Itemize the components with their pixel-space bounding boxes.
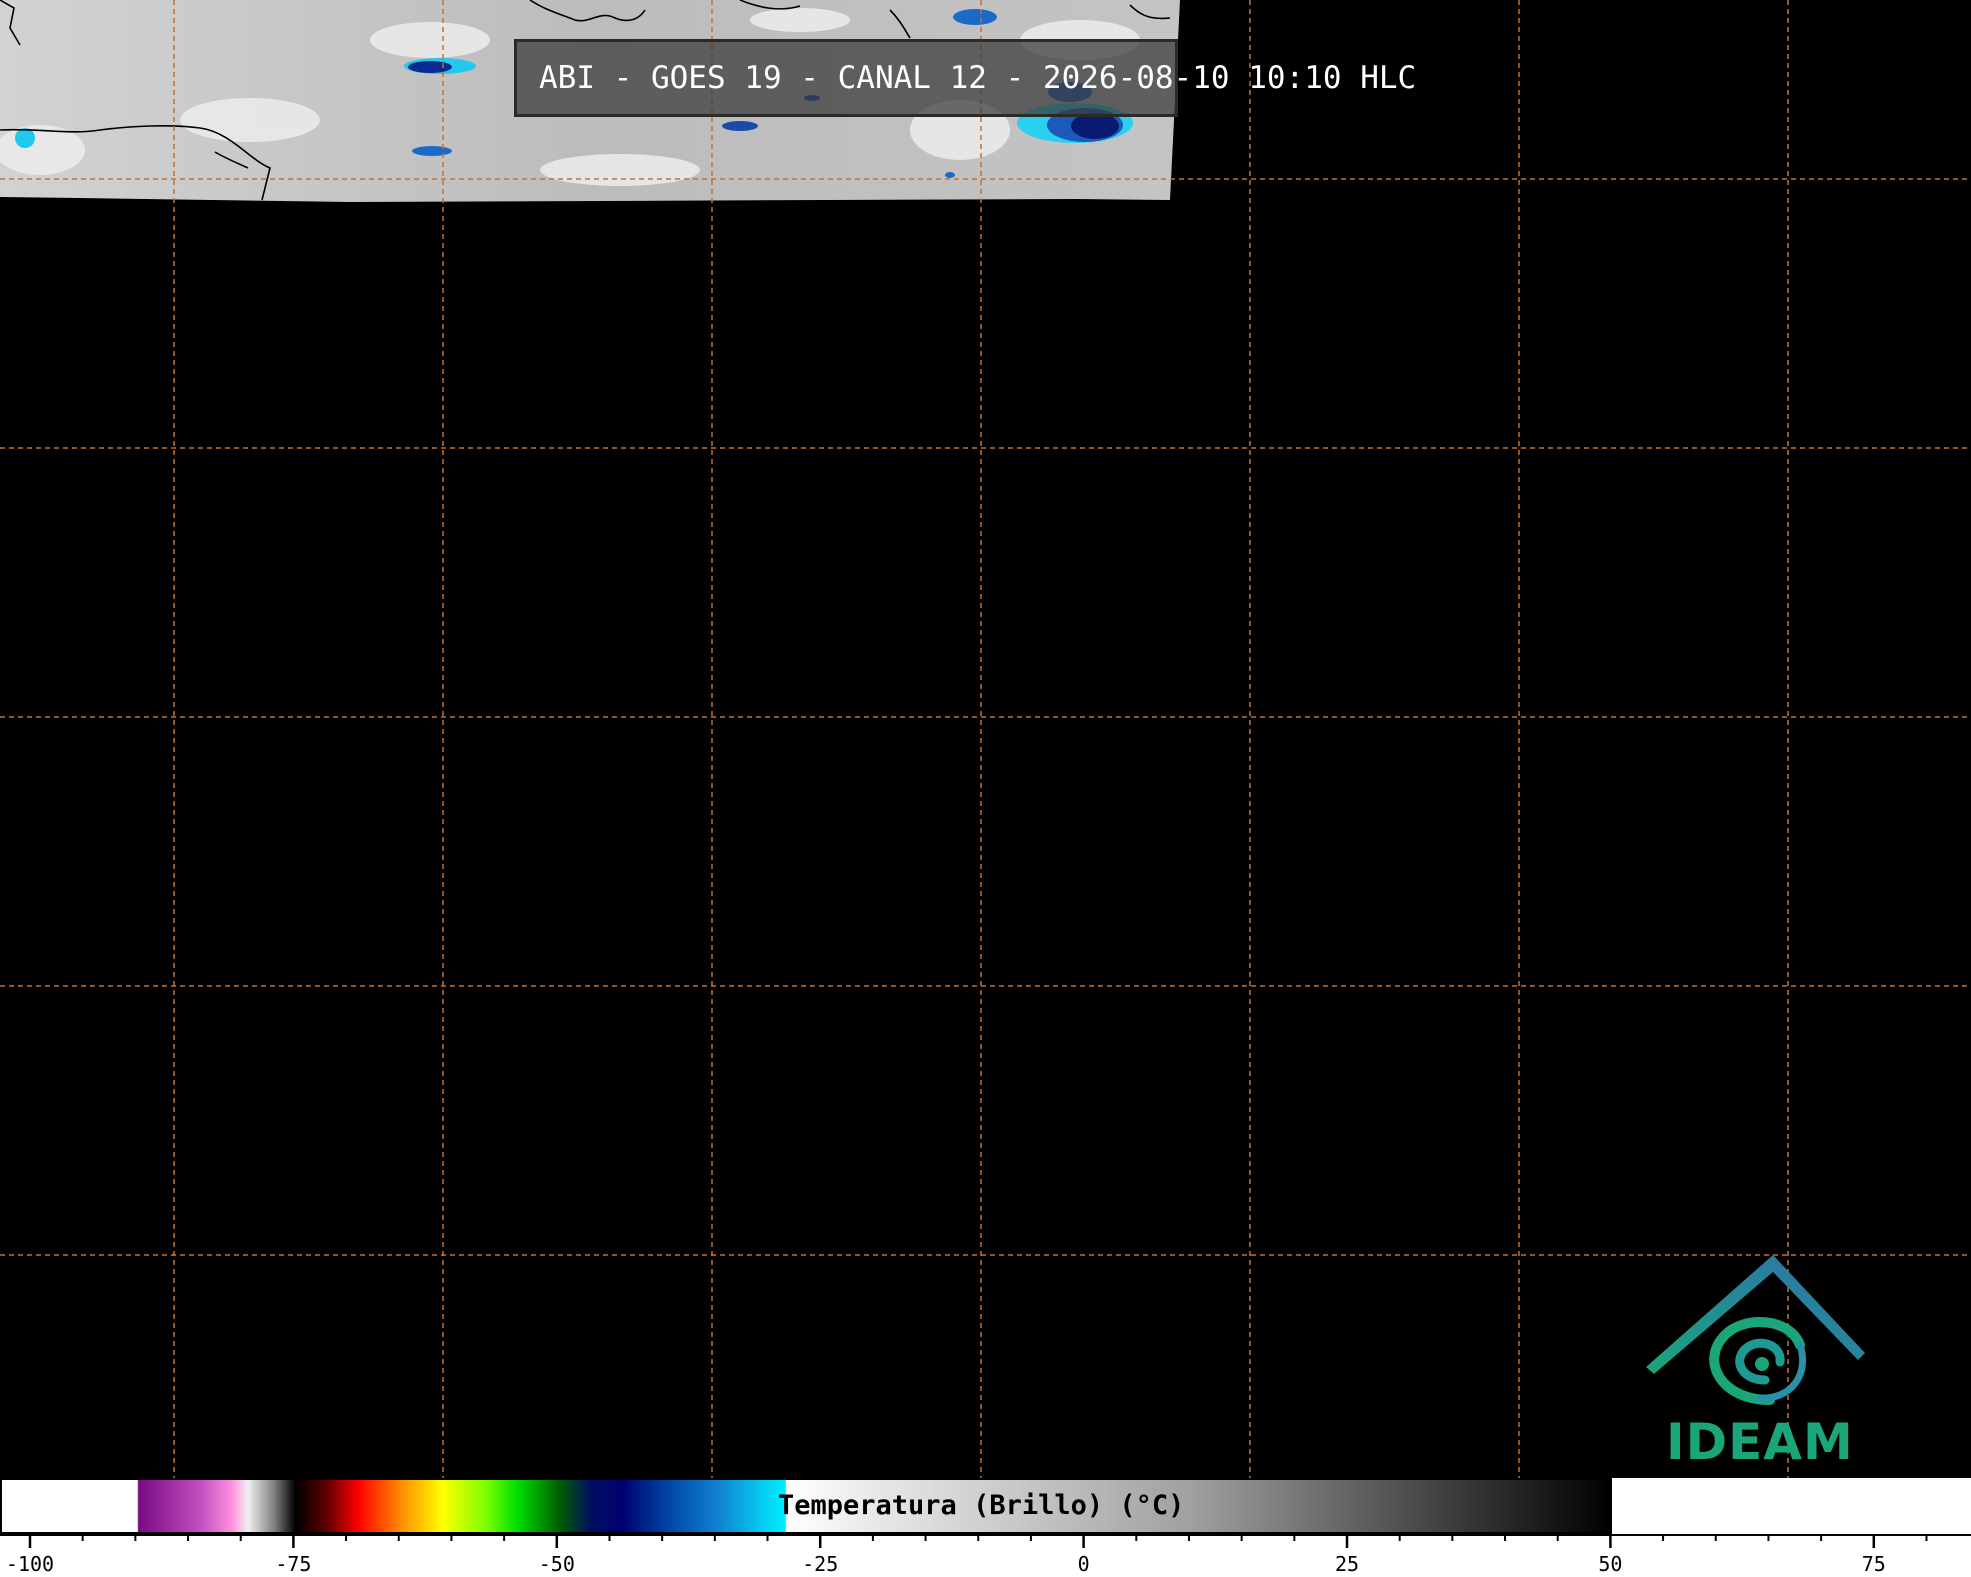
colorbar-panel: Temperatura (Brillo) (°C) -100 -75 -50 -25 0… xyxy=(0,1478,1971,1577)
ideam-logo-text: IDEAM xyxy=(1666,1413,1854,1471)
axis-tick-label: 75 xyxy=(1862,1552,1886,1576)
colorbar-axis: -100 -75 -50 -25 0 25 50 75 xyxy=(0,1534,1971,1577)
axis-tick-label: -75 xyxy=(275,1552,311,1576)
map-title-box: ABI - GOES 19 - CANAL 12 - 2026-08-10 10… xyxy=(514,39,1416,117)
temperature-colorbar: Temperatura (Brillo) (°C) xyxy=(0,1478,1612,1534)
map-title: ABI - GOES 19 - CANAL 12 - 2026-08-10 10… xyxy=(539,60,1417,96)
axis-tick-label: -100 xyxy=(6,1552,54,1576)
axis-tick-label: -25 xyxy=(802,1552,838,1576)
colorbar-label: Temperatura (Brillo) (°C) xyxy=(778,1490,1185,1521)
ideam-logo-mark xyxy=(1646,1255,1865,1405)
axis-tick-label: 50 xyxy=(1598,1552,1622,1576)
axis-tick-label: -50 xyxy=(539,1552,575,1576)
ideam-logo: IDEAM xyxy=(1640,1250,1880,1480)
axis-tick-label: 0 xyxy=(1078,1552,1090,1576)
axis-tick-label: 25 xyxy=(1335,1552,1359,1576)
